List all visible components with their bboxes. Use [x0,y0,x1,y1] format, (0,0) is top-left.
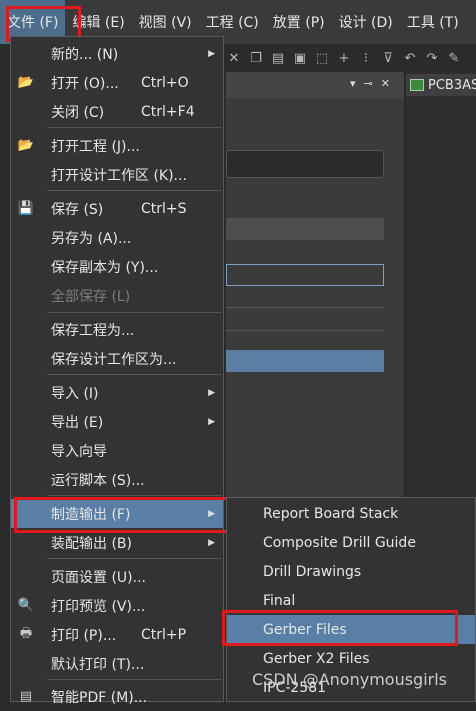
submenu-arrow-icon: ▶ [208,508,215,519]
panel-divider [226,330,384,331]
menu-item-print[interactable]: 🖶 打印 (P)... Ctrl+P [11,620,223,649]
menu-item-import-wizard[interactable]: 导入向导 [11,436,223,465]
menu-item-assembly-outputs[interactable]: 装配输出 (B) ▶ [11,528,223,557]
submenu-item-report-board-stack[interactable]: Report Board Stack [227,499,475,528]
menu-item-open-workspace[interactable]: 打开设计工作区 (K)... [11,160,223,189]
panel-selected-row [226,350,384,372]
submenu-arrow-icon: ▶ [208,387,215,398]
copy-icon[interactable]: ❐ [248,51,264,66]
undo-icon[interactable]: ↶ [402,51,418,66]
menu-item-import[interactable]: 导入 (I) ▶ [11,378,223,407]
submenu-item-drill-drawings[interactable]: Drill Drawings [227,557,475,586]
menu-item-open[interactable]: 📂 打开 (O)... Ctrl+O [11,68,223,97]
menu-item-smart-pdf[interactable]: ▤ 智能PDF (M)... [11,682,223,711]
menu-separator [47,127,221,128]
submenu-item-final[interactable]: Final [227,586,475,615]
tab-pcb-document[interactable]: PCB3AS [406,74,476,96]
submenu-arrow-icon: ▶ [208,48,215,59]
tool-icon[interactable]: ✎ [446,51,462,66]
redo-icon[interactable]: ↷ [424,51,440,66]
menu-item-page-setup[interactable]: 页面设置 (U)... [11,562,223,591]
save-disk-icon: 💾 [17,201,35,216]
panel-search-box [226,150,384,178]
submenu-arrow-icon: ▶ [208,416,215,427]
panel-row [226,218,384,240]
submenu-item-gerber-files[interactable]: Gerber Files [227,615,475,644]
paste-icon[interactable]: ▤ [270,51,286,66]
menu-separator [47,679,221,680]
menu-item-print-preview[interactable]: 🔍 打印预览 (V)... [11,591,223,620]
menu-place[interactable]: 放置 (P) [266,0,332,44]
menu-item-open-project[interactable]: 📂 打开工程 (J)... [11,131,223,160]
menu-item-save-workspace-as[interactable]: 保存设计工作区为... [11,344,223,373]
align-icon[interactable]: ⁝ [358,51,374,66]
menu-design[interactable]: 设计 (D) [332,0,400,44]
menu-tools[interactable]: 工具 (T) [400,0,466,44]
menu-separator [47,312,221,313]
menu-item-export[interactable]: 导出 (E) ▶ [11,407,223,436]
printer-icon: 🖶 [19,625,33,641]
menu-item-fabrication-outputs[interactable]: 制造输出 (F) ▶ [11,499,223,528]
menu-item-save-copy-as[interactable]: 保存副本为 (Y)... [11,252,223,281]
toolbar: ✕ ❐ ▤ ▣ ⬚ + ⁝ ⊽ ↶ ↷ ✎ [226,44,476,72]
menu-item-run-script[interactable]: 运行脚本 (S)... [11,465,223,494]
submenu-item-composite-drill-guide[interactable]: Composite Drill Guide [227,528,475,557]
menu-item-close[interactable]: 关闭 (C) Ctrl+F4 [11,97,223,126]
cut-icon[interactable]: ✕ [226,51,242,66]
menu-item-default-print[interactable]: 默认打印 (T)... [11,649,223,678]
menu-item-save-as[interactable]: 另存为 (A)... [11,223,223,252]
print-preview-icon: 🔍 [17,598,35,613]
menu-item-save[interactable]: 💾 保存 (S) Ctrl+S [11,194,223,223]
panel-field [226,264,384,286]
menu-separator [47,558,221,559]
menu-item-save-all: 全部保存 (L) [51,288,131,305]
menu-separator [47,374,221,375]
panel-divider [226,307,384,308]
submenu-item-gerber-x2-files[interactable]: Gerber X2 Files [227,644,475,673]
pcb-doc-icon [410,79,424,91]
panel-header: ▾⊸✕ [226,72,404,98]
menu-item-save-project-as[interactable]: 保存工程为... [11,315,223,344]
project-open-icon: 📂 [17,138,35,153]
menu-item-new[interactable]: 新的... (N) ▶ [11,39,223,68]
select-rect-icon[interactable]: ⬚ [314,51,330,66]
panel-controls-icon[interactable]: ▾⊸✕ [350,77,398,90]
menu-separator [47,495,221,496]
clipboard-icon[interactable]: ▣ [292,51,308,66]
watermark: CSDN @Anonymousgirls [252,670,447,689]
submenu-arrow-icon: ▶ [208,537,215,548]
file-menu: 新的... (N) ▶ 📂 打开 (O)... Ctrl+O 关闭 (C) Ct… [10,36,224,706]
filter-clear-icon[interactable]: ⊽ [380,51,396,66]
menu-separator [47,190,221,191]
crosshair-icon[interactable]: + [336,51,352,66]
folder-open-icon: 📂 [17,75,35,90]
